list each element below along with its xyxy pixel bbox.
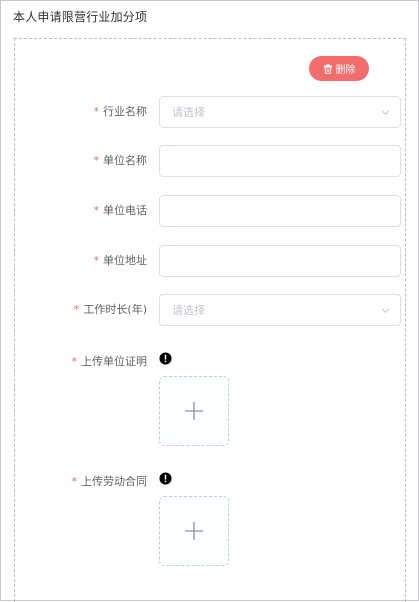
unit-phone-label: * 单位电话	[93, 204, 148, 217]
info-icon[interactable]	[159, 352, 172, 365]
work-years-label: * 工作时长(年)	[73, 303, 147, 316]
unit-address-field	[159, 245, 401, 277]
unit-name-field	[159, 145, 401, 177]
unit-phone-input[interactable]	[172, 196, 400, 226]
required-asterisk: *	[93, 105, 100, 118]
unit-address-label: * 单位地址	[93, 254, 148, 267]
form-panel: 本人申请限营行业加分项 删除 * 行业名称 请选择 * 单位名称 * 单位电话 *	[0, 0, 419, 602]
trash-icon	[323, 63, 332, 74]
labor-contract-label: * 上传劳动合同	[71, 475, 148, 488]
required-asterisk: *	[93, 154, 100, 167]
info-icon[interactable]	[159, 472, 172, 485]
unit-proof-upload[interactable]	[159, 376, 229, 446]
plus-icon	[185, 402, 203, 420]
unit-proof-label: * 上传单位证明	[71, 355, 148, 368]
required-asterisk: *	[73, 303, 80, 316]
plus-icon	[185, 522, 203, 540]
labor-contract-upload[interactable]	[159, 496, 229, 566]
industry-select[interactable]: 请选择	[159, 96, 401, 128]
unit-address-input[interactable]	[172, 246, 400, 276]
section-title: 本人申请限营行业加分项	[13, 10, 148, 24]
industry-label: * 行业名称	[93, 105, 148, 118]
unit-phone-field	[159, 195, 401, 227]
industry-select-placeholder: 请选择	[172, 106, 205, 119]
chevron-down-icon	[381, 110, 390, 116]
required-asterisk: *	[71, 475, 78, 488]
required-asterisk: *	[71, 355, 78, 368]
required-asterisk: *	[93, 254, 100, 267]
delete-button[interactable]: 删除	[309, 56, 369, 81]
chevron-down-icon	[381, 308, 390, 314]
unit-name-input[interactable]	[172, 146, 400, 176]
required-asterisk: *	[93, 204, 100, 217]
delete-button-label: 删除	[335, 65, 356, 76]
work-years-select-placeholder: 请选择	[172, 304, 205, 317]
unit-name-label: * 单位名称	[93, 154, 148, 167]
work-years-select[interactable]: 请选择	[159, 294, 401, 326]
